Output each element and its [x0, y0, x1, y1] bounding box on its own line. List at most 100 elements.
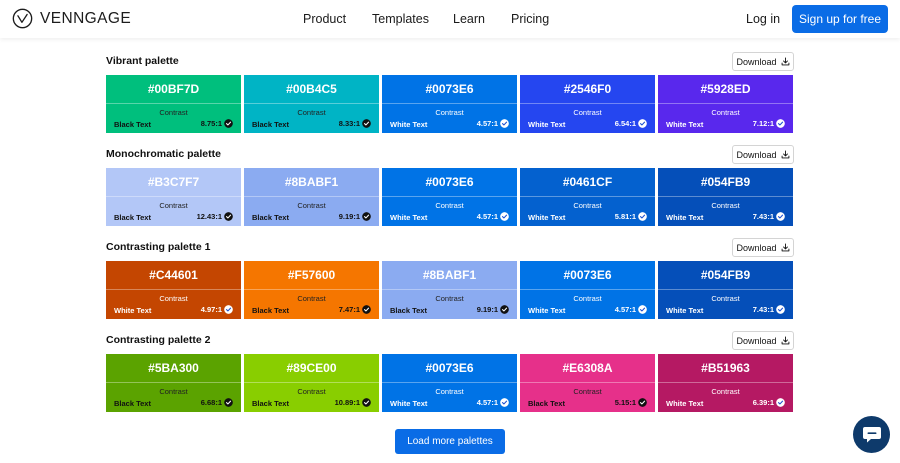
- chat-button[interactable]: [853, 416, 890, 453]
- swatch-hex[interactable]: #5928ED: [658, 75, 793, 103]
- color-swatch[interactable]: #0073E6 Contrast White Text 4.57:1: [520, 261, 655, 319]
- login-link[interactable]: Log in: [746, 12, 780, 26]
- check-circle-icon: [638, 119, 647, 128]
- swatch-hex[interactable]: #89CE00: [244, 354, 379, 382]
- swatch-hex[interactable]: #0073E6: [520, 261, 655, 289]
- swatch-divider: [106, 289, 241, 290]
- color-swatch[interactable]: #00B4C5 Contrast Black Text 8.33:1: [244, 75, 379, 133]
- color-swatch[interactable]: #B51963 Contrast White Text 6.39:1: [658, 354, 793, 412]
- swatch-divider: [244, 289, 379, 290]
- contrast-label: Contrast: [573, 294, 602, 303]
- download-button[interactable]: Download: [732, 238, 794, 257]
- swatch-hex[interactable]: #B51963: [658, 354, 793, 382]
- contrast-ratio-value: 4.57:1: [614, 305, 636, 314]
- contrast-text-color: Black Text: [252, 306, 289, 315]
- nav-link-templates[interactable]: Templates: [372, 12, 429, 26]
- swatch-hex[interactable]: #0461CF: [520, 168, 655, 196]
- signup-button[interactable]: Sign up for free: [792, 5, 888, 33]
- contrast-ratio-value: 7.12:1: [752, 119, 774, 128]
- contrast-ratio-value: 6.39:1: [752, 398, 774, 407]
- color-swatch[interactable]: #5BA300 Contrast Black Text 6.68:1: [106, 354, 241, 412]
- contrast-ratio: 9.19:1: [477, 305, 509, 314]
- color-swatch[interactable]: #054FB9 Contrast White Text 7.43:1: [658, 261, 793, 319]
- swatch-hex[interactable]: #B3C7F7: [106, 168, 241, 196]
- brand-logo[interactable]: VENNGAGE: [12, 8, 131, 29]
- swatch-hex[interactable]: #8BABF1: [382, 261, 517, 289]
- contrast-label: Contrast: [435, 387, 464, 396]
- color-swatch[interactable]: #0073E6 Contrast White Text 4.57:1: [382, 168, 517, 226]
- check-circle-icon: [638, 305, 647, 314]
- contrast-text-color: White Text: [666, 399, 704, 408]
- color-swatch[interactable]: #00BF7D Contrast Black Text 8.75:1: [106, 75, 241, 133]
- swatch-hex[interactable]: #C44601: [106, 261, 241, 289]
- swatch-hex[interactable]: #00B4C5: [244, 75, 379, 103]
- contrast-ratio: 12.43:1: [197, 212, 233, 221]
- nav-link-learn[interactable]: Learn: [453, 12, 485, 26]
- color-swatch[interactable]: #0073E6 Contrast White Text 4.57:1: [382, 75, 517, 133]
- check-circle-icon: [776, 305, 785, 314]
- nav-link-pricing[interactable]: Pricing: [511, 12, 549, 26]
- contrast-ratio: 7.43:1: [753, 305, 785, 314]
- check-circle-icon: [500, 398, 509, 407]
- download-label: Download: [736, 149, 777, 160]
- swatch-hex[interactable]: #2546F0: [520, 75, 655, 103]
- contrast-text-color: Black Text: [114, 120, 151, 129]
- swatch-divider: [106, 103, 241, 104]
- color-swatch[interactable]: #C44601 Contrast White Text 4.97:1: [106, 261, 241, 319]
- palette-title: Monochromatic palette: [106, 148, 221, 160]
- download-button[interactable]: Download: [732, 52, 794, 71]
- swatch-hex[interactable]: #E6308A: [520, 354, 655, 382]
- download-button[interactable]: Download: [732, 145, 794, 164]
- contrast-text-color: White Text: [390, 399, 428, 408]
- swatch-hex[interactable]: #0073E6: [382, 168, 517, 196]
- check-circle-icon: [500, 119, 509, 128]
- color-swatch[interactable]: #5928ED Contrast White Text 7.12:1: [658, 75, 793, 133]
- swatch-divider: [658, 382, 793, 383]
- swatch-hex[interactable]: #0073E6: [382, 354, 517, 382]
- check-circle-icon: [224, 212, 233, 221]
- swatch-hex[interactable]: #8BABF1: [244, 168, 379, 196]
- palette-section: Contrasting palette 2 Download #5BA300 Cont…: [106, 331, 794, 414]
- contrast-text-color: Black Text: [252, 399, 289, 408]
- contrast-label: Contrast: [711, 294, 740, 303]
- swatch-hex[interactable]: #054FB9: [658, 168, 793, 196]
- color-swatch[interactable]: #8BABF1 Contrast Black Text 9.19:1: [244, 168, 379, 226]
- contrast-text-color: White Text: [666, 306, 704, 315]
- swatch-hex[interactable]: #00BF7D: [106, 75, 241, 103]
- check-circle-icon: [776, 212, 785, 221]
- color-swatch[interactable]: #0073E6 Contrast White Text 4.57:1: [382, 354, 517, 412]
- swatch-hex[interactable]: #054FB9: [658, 261, 793, 289]
- nav-link-product[interactable]: Product: [303, 12, 346, 26]
- color-swatch[interactable]: #0461CF Contrast White Text 5.81:1: [520, 168, 655, 226]
- contrast-ratio-value: 5.81:1: [614, 212, 636, 221]
- swatch-divider: [658, 103, 793, 104]
- contrast-ratio-value: 6.54:1: [614, 119, 636, 128]
- swatch-hex[interactable]: #0073E6: [382, 75, 517, 103]
- swatch-divider: [520, 196, 655, 197]
- swatch-row: #00BF7D Contrast Black Text 8.75:1 #00B4C5 Co…: [106, 75, 794, 133]
- contrast-ratio-value: 8.75:1: [200, 119, 222, 128]
- color-swatch[interactable]: #8BABF1 Contrast Black Text 9.19:1: [382, 261, 517, 319]
- palette-section: Vibrant palette Download #00BF7D Contrast Bl…: [106, 52, 794, 135]
- load-more-button[interactable]: Load more palettes: [395, 429, 505, 454]
- palette-title: Contrasting palette 2: [106, 334, 211, 346]
- swatch-hex[interactable]: #F57600: [244, 261, 379, 289]
- contrast-ratio: 7.43:1: [753, 212, 785, 221]
- check-circle-icon: [500, 212, 509, 221]
- swatch-divider: [382, 196, 517, 197]
- contrast-ratio: 4.57:1: [477, 212, 509, 221]
- swatch-divider: [244, 196, 379, 197]
- color-swatch[interactable]: #F57600 Contrast Black Text 7.47:1: [244, 261, 379, 319]
- swatch-divider: [244, 103, 379, 104]
- color-swatch[interactable]: #B3C7F7 Contrast Black Text 12.43:1: [106, 168, 241, 226]
- color-swatch[interactable]: #E6308A Contrast Black Text 5.15:1: [520, 354, 655, 412]
- swatch-hex[interactable]: #5BA300: [106, 354, 241, 382]
- contrast-ratio-value: 9.19:1: [476, 305, 498, 314]
- color-swatch[interactable]: #054FB9 Contrast White Text 7.43:1: [658, 168, 793, 226]
- color-swatch[interactable]: #2546F0 Contrast White Text 6.54:1: [520, 75, 655, 133]
- contrast-text-color: White Text: [528, 213, 566, 222]
- download-button[interactable]: Download: [732, 331, 794, 350]
- color-swatch[interactable]: #89CE00 Contrast Black Text 10.89:1: [244, 354, 379, 412]
- contrast-label: Contrast: [573, 387, 602, 396]
- contrast-text-color: Black Text: [252, 120, 289, 129]
